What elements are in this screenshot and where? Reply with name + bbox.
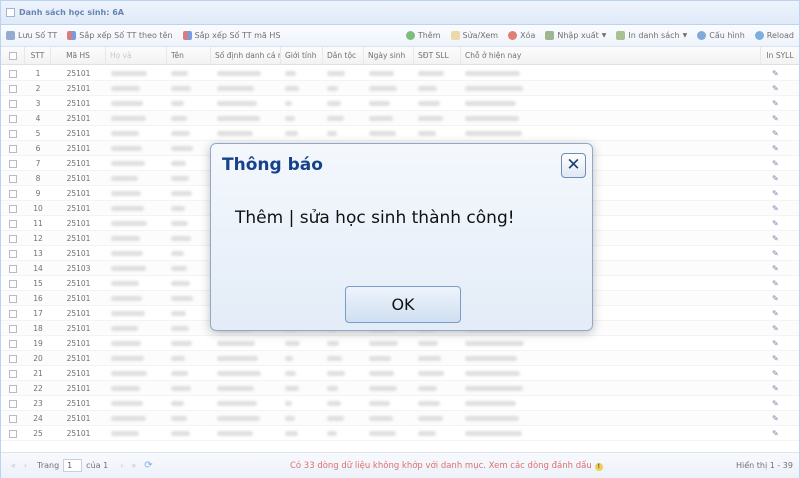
dialog-title: Thông báo xyxy=(222,155,323,175)
notification-dialog: Thông báo ✕ Thêm | sửa học sinh thành cô… xyxy=(210,143,593,331)
dialog-message: Thêm | sửa học sinh thành công! xyxy=(235,208,515,228)
ok-button[interactable]: OK xyxy=(345,286,461,323)
close-icon: ✕ xyxy=(566,155,581,175)
dialog-close-button[interactable]: ✕ xyxy=(561,153,586,178)
